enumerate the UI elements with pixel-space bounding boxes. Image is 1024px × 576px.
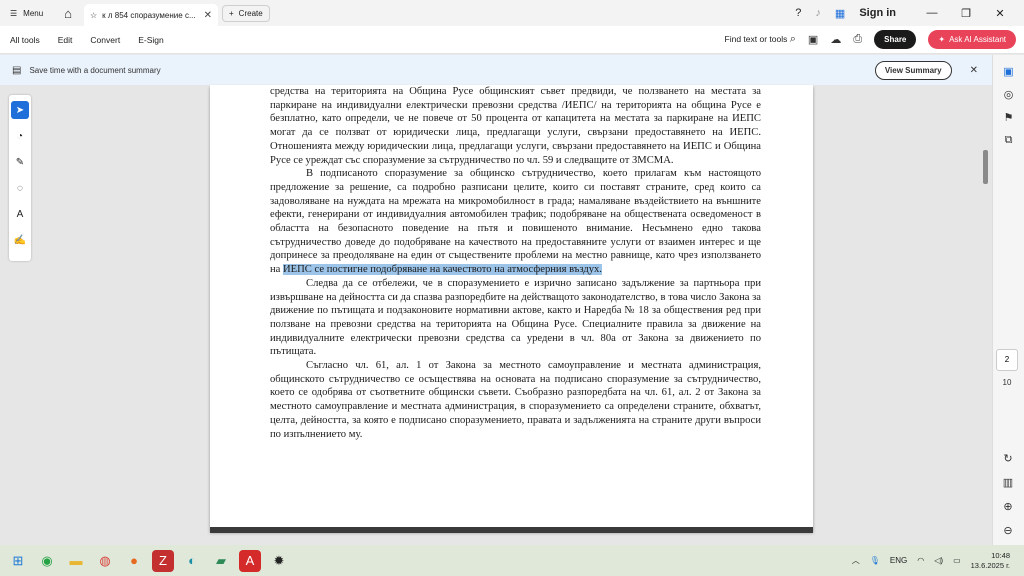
total-pages: 10 (1002, 378, 1012, 387)
banner-close-icon[interactable]: ✕ (970, 65, 978, 76)
volume-icon[interactable]: ◁) (934, 556, 943, 565)
close-icon[interactable]: ✕ (204, 10, 212, 21)
title-bar: ☰ Menu ⌂ ☆ к л 854 споразумение с... ✕ +… (0, 0, 1024, 26)
paragraph-2-text: В подписаното споразумение за общинско с… (270, 168, 761, 276)
window-close-icon[interactable]: ✕ (990, 7, 1010, 20)
current-page-input[interactable]: 2 (996, 349, 1018, 371)
find-label: Find text or tools (724, 34, 788, 44)
pdf-page: средства на територията на Община Русе о… (210, 85, 813, 531)
view-summary-button[interactable]: View Summary (874, 60, 952, 80)
clock[interactable]: 10:48 13.6.2025 г. (971, 551, 1010, 571)
print-icon[interactable]: ⎙ (853, 33, 862, 46)
find-text-button[interactable]: Find text or tools ⌕ (725, 33, 796, 46)
share-button[interactable]: Share (874, 30, 917, 49)
paragraph-2: В подписаното споразумение за общинско с… (270, 167, 761, 277)
chrome-icon[interactable]: ◍ (94, 550, 116, 572)
page-edge (210, 527, 813, 533)
maximize-icon[interactable]: ❐ (956, 7, 976, 20)
right-rail: ▣ ◎ ⚑ ⧉ (992, 55, 1024, 545)
tab-title: к л 854 споразумение с... (102, 10, 196, 20)
menu-label: Menu (23, 8, 44, 18)
ai-icon: ✦ (938, 35, 946, 44)
edge-icon[interactable]: ◐ (181, 550, 203, 572)
folder-app-icon[interactable]: ▰ (210, 550, 232, 572)
edit-pdf-icon[interactable]: ▣ (1000, 65, 1018, 78)
clock-time: 10:48 (991, 550, 1010, 560)
system-tray: ︿ 🎙 ENG ◠ ◁) ▭ 10:48 13.6.2025 г. (852, 551, 1024, 571)
pen-icon[interactable]: ✎ (11, 153, 29, 171)
create-tab-button[interactable]: + Create (222, 4, 270, 22)
home-icon[interactable]: ⌂ (58, 6, 78, 21)
whatsapp-icon[interactable]: ◉ (36, 550, 58, 572)
battery-icon[interactable]: ▭ (953, 556, 961, 565)
file-explorer-icon[interactable]: ▬ (65, 550, 87, 572)
app-icon[interactable]: ✹ (268, 550, 290, 572)
toolbar: All tools Edit Convert E-Sign Find text … (0, 26, 1024, 54)
wifi-icon[interactable]: ◠ (917, 556, 924, 565)
create-label: Create (238, 8, 263, 18)
page-view-icon[interactable]: ▥ (999, 476, 1017, 489)
star-icon[interactable]: ☆ (90, 11, 97, 20)
taskbar: ⊞ ◉ ▬ ◍ ● Z ◐ ▰ A ✹ ︿ 🎙 ENG ◠ ◁) ▭ 10:48… (0, 545, 1024, 576)
all-tools-menu[interactable]: All tools (10, 35, 40, 45)
esign-menu[interactable]: E-Sign (138, 35, 164, 45)
comment-icon[interactable]: ◔ (11, 127, 29, 145)
minimize-icon[interactable]: — (922, 7, 942, 19)
sign-icon[interactable]: ✍ (11, 231, 29, 249)
banner-text: Save time with a document summary (29, 65, 161, 75)
windows-start-icon[interactable]: ⊞ (7, 550, 29, 572)
text-box-icon[interactable]: A (11, 205, 29, 223)
page-text: средства на територията на Община Русе о… (270, 85, 761, 441)
language-indicator[interactable]: ENG (890, 556, 907, 565)
sign-in-button[interactable]: Sign in (859, 7, 896, 19)
quick-tools-panel: ➤ ◔ ✎ ◌ A ✍ (9, 95, 31, 261)
save-icon[interactable]: ▣ (808, 33, 818, 46)
convert-menu[interactable]: Convert (90, 35, 120, 45)
comment-rail-icon[interactable]: ◎ (1000, 88, 1018, 101)
help-icon[interactable]: ? (795, 7, 801, 19)
hamburger-icon: ☰ (10, 8, 18, 18)
paragraph-4: Съгласно чл. 61, ал. 1 от Закона за мест… (270, 360, 761, 440)
scrollbar-thumb[interactable] (983, 150, 988, 184)
zoom-out-icon[interactable]: ⊖ (999, 524, 1017, 537)
apps-icon[interactable]: ▦ (835, 7, 845, 20)
upload-cloud-icon[interactable]: ☁ (830, 33, 841, 46)
acrobat-icon[interactable]: A (239, 549, 261, 572)
edit-menu[interactable]: Edit (58, 35, 73, 45)
bookmark-icon[interactable]: ⚑ (1000, 111, 1018, 124)
refresh-icon[interactable]: ↻ (999, 452, 1017, 465)
document-tab[interactable]: ☆ к л 854 споразумение с... ✕ (84, 4, 218, 26)
firefox-icon[interactable]: ● (123, 550, 145, 572)
ask-ai-label: Ask AI Assistant (949, 35, 1006, 44)
clock-date: 13.6.2025 г. (970, 560, 1010, 570)
pages-icon[interactable]: ⧉ (1000, 134, 1018, 147)
microphone-icon[interactable]: 🎙 (870, 556, 880, 565)
highlighted-text[interactable]: ИЕПС се постигне подобряване на качество… (283, 264, 602, 276)
select-cursor-icon[interactable]: ➤ (11, 101, 29, 119)
plus-icon: + (229, 8, 234, 18)
paragraph-3: Следва да се отбележи, че в споразумение… (270, 277, 761, 358)
bell-icon[interactable]: ♪ (815, 7, 821, 19)
summary-icon: ▤ (12, 64, 22, 76)
ask-ai-button[interactable]: ✦ Ask AI Assistant (928, 30, 1016, 49)
search-icon: ⌕ (789, 33, 796, 45)
lasso-icon[interactable]: ◌ (11, 179, 29, 197)
filezilla-icon[interactable]: Z (152, 549, 174, 572)
paragraph-1: средства на територията на Община Русе о… (270, 86, 761, 166)
menu-button[interactable]: ☰ Menu (0, 9, 58, 18)
summary-banner: ▤ Save time with a document summary View… (0, 55, 992, 85)
chevron-up-icon[interactable]: ︿ (852, 555, 860, 566)
zoom-in-icon[interactable]: ⊕ (999, 500, 1017, 513)
